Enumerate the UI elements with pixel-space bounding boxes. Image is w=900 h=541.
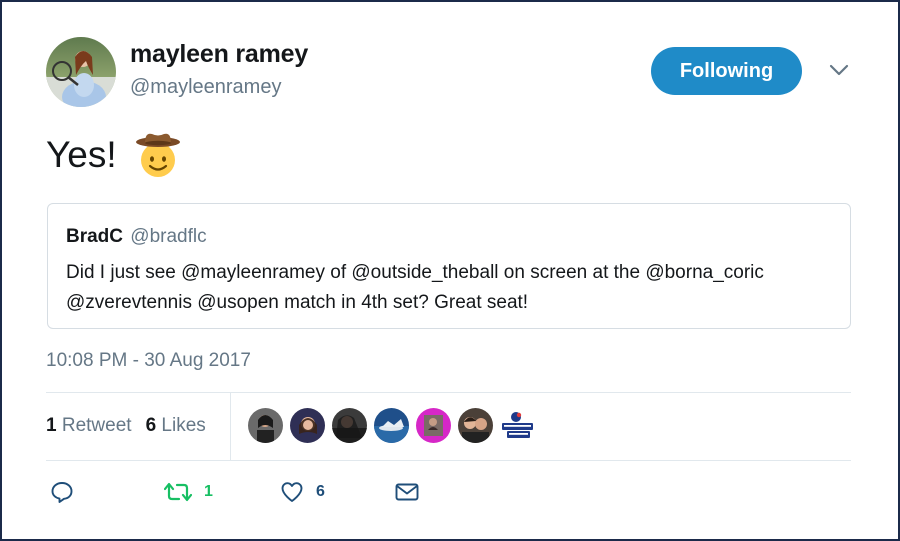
quoted-author-handle: @bradflc [130, 226, 207, 247]
quoted-tweet[interactable]: BradC @bradflc Did I just see @mayleenra… [47, 203, 851, 329]
tweet-text-content: Yes! [46, 134, 117, 175]
liker-avatar-4[interactable] [374, 408, 409, 443]
divider [46, 460, 851, 461]
heart-icon [281, 482, 303, 502]
retweet-icon [164, 482, 192, 502]
divider [46, 392, 851, 393]
reply-icon [51, 482, 73, 503]
author-handle[interactable]: @mayleenramey [130, 76, 281, 99]
retweet-action-count: 1 [204, 483, 213, 500]
envelope-icon [395, 483, 419, 501]
like-stat-label: Likes [161, 415, 206, 436]
reply-button[interactable] [50, 480, 74, 504]
tweet-card: mayleen ramey @mayleenramey Following Ye… [0, 0, 900, 541]
liker-avatar-3[interactable] [332, 408, 367, 443]
liker-avatar-outside-the-ball[interactable] [500, 408, 535, 443]
author-avatar[interactable] [46, 37, 116, 107]
liker-avatar-1[interactable] [248, 408, 283, 443]
tweet-timestamp[interactable]: 10:08 PM - 30 Aug 2017 [46, 350, 251, 372]
chevron-down-icon[interactable] [828, 62, 850, 78]
like-stat-count: 6 [145, 415, 157, 436]
quoted-tweet-text: Did I just see @mayleenramey of @outside… [66, 262, 764, 313]
retweet-stat-count: 1 [46, 415, 57, 436]
tweet-text: Yes! [46, 130, 183, 180]
quoted-author-name: BradC [66, 226, 124, 247]
stats-divider [230, 393, 231, 460]
tweet-stats: 1 Retweet 6 Likes [46, 415, 206, 437]
liker-avatar-5[interactable] [416, 408, 451, 443]
author-name[interactable]: mayleen ramey [130, 40, 308, 69]
quoted-tweet-author: BradC @bradflc [66, 226, 207, 248]
retweet-button[interactable]: 1 [164, 480, 213, 504]
cowboy-hat-face-icon [133, 130, 183, 180]
liker-avatar-6[interactable] [458, 408, 493, 443]
following-button[interactable]: Following [651, 47, 802, 95]
like-button[interactable]: 6 [280, 480, 325, 504]
like-stat[interactable]: 6 Likes [146, 415, 206, 437]
retweet-stat[interactable]: 1 Retweet [46, 415, 132, 437]
liker-avatar-2[interactable] [290, 408, 325, 443]
retweet-stat-label: Retweet [61, 415, 132, 436]
direct-message-button[interactable] [394, 480, 420, 504]
like-action-count: 6 [316, 483, 325, 500]
liker-avatars [248, 408, 535, 443]
